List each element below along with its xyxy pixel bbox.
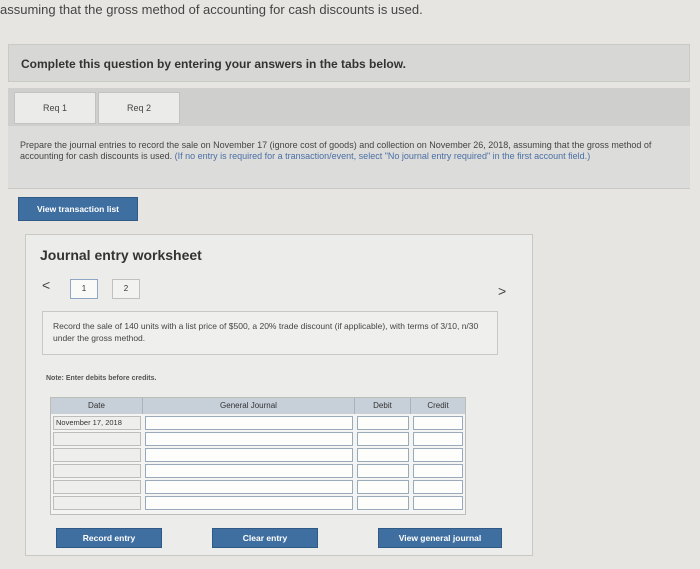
debit-input[interactable] <box>357 464 409 478</box>
column-header-date: Date <box>51 398 143 414</box>
table-row <box>51 464 465 479</box>
table-row <box>51 448 465 463</box>
tab-req-1[interactable]: Req 1 <box>14 92 96 124</box>
journal-entry-worksheet: Journal entry worksheet < 1 2 > Record t… <box>25 234 533 556</box>
account-input[interactable] <box>145 496 353 510</box>
entry-description: Record the sale of 140 units with a list… <box>42 311 498 355</box>
account-input[interactable] <box>145 464 353 478</box>
debits-credits-note: Note: Enter debits before credits. <box>46 375 157 382</box>
chevron-left-icon[interactable]: < <box>42 277 50 293</box>
worksheet-title: Journal entry worksheet <box>40 247 202 263</box>
question-text: Prepare the journal entries to record th… <box>20 140 670 162</box>
credit-input[interactable] <box>413 480 463 494</box>
credit-input[interactable] <box>413 496 463 510</box>
debit-input[interactable] <box>357 480 409 494</box>
account-input[interactable] <box>145 416 353 430</box>
debit-input[interactable] <box>357 496 409 510</box>
credit-input[interactable] <box>413 448 463 462</box>
date-cell <box>53 480 141 494</box>
date-cell <box>53 496 141 510</box>
credit-input[interactable] <box>413 416 463 430</box>
table-row <box>51 432 465 447</box>
credit-input[interactable] <box>413 432 463 446</box>
view-transaction-list-button[interactable]: View transaction list <box>18 197 138 221</box>
table-row <box>51 480 465 495</box>
worksheet-page-2[interactable]: 2 <box>112 279 140 299</box>
debit-input[interactable] <box>357 432 409 446</box>
question-panel: Prepare the journal entries to record th… <box>8 126 690 189</box>
view-general-journal-button[interactable]: View general journal <box>378 528 502 548</box>
instructions-box: Complete this question by entering your … <box>8 44 690 82</box>
instructions-text: Complete this question by entering your … <box>21 57 406 71</box>
journal-table: Date General Journal Debit Credit Novemb… <box>50 397 466 515</box>
clear-entry-button[interactable]: Clear entry <box>212 528 318 548</box>
tab-strip: Req 1 Req 2 <box>8 88 690 126</box>
date-cell <box>53 432 141 446</box>
debit-input[interactable] <box>357 448 409 462</box>
account-input[interactable] <box>145 448 353 462</box>
column-header-credit: Credit <box>411 398 465 414</box>
question-hint: (If no entry is required for a transacti… <box>174 151 591 161</box>
date-cell: November 17, 2018 <box>53 416 141 430</box>
date-cell <box>53 464 141 478</box>
worksheet-page-1[interactable]: 1 <box>70 279 98 299</box>
chevron-right-icon[interactable]: > <box>498 283 506 299</box>
table-row <box>51 496 465 511</box>
record-entry-button[interactable]: Record entry <box>56 528 162 548</box>
column-header-general-journal: General Journal <box>143 398 355 414</box>
column-header-debit: Debit <box>355 398 411 414</box>
credit-input[interactable] <box>413 464 463 478</box>
date-cell <box>53 448 141 462</box>
tab-req-2[interactable]: Req 2 <box>98 92 180 124</box>
account-input[interactable] <box>145 480 353 494</box>
context-text: assuming that the gross method of accoun… <box>0 2 423 17</box>
account-input[interactable] <box>145 432 353 446</box>
table-row: November 17, 2018 <box>51 416 465 431</box>
debit-input[interactable] <box>357 416 409 430</box>
